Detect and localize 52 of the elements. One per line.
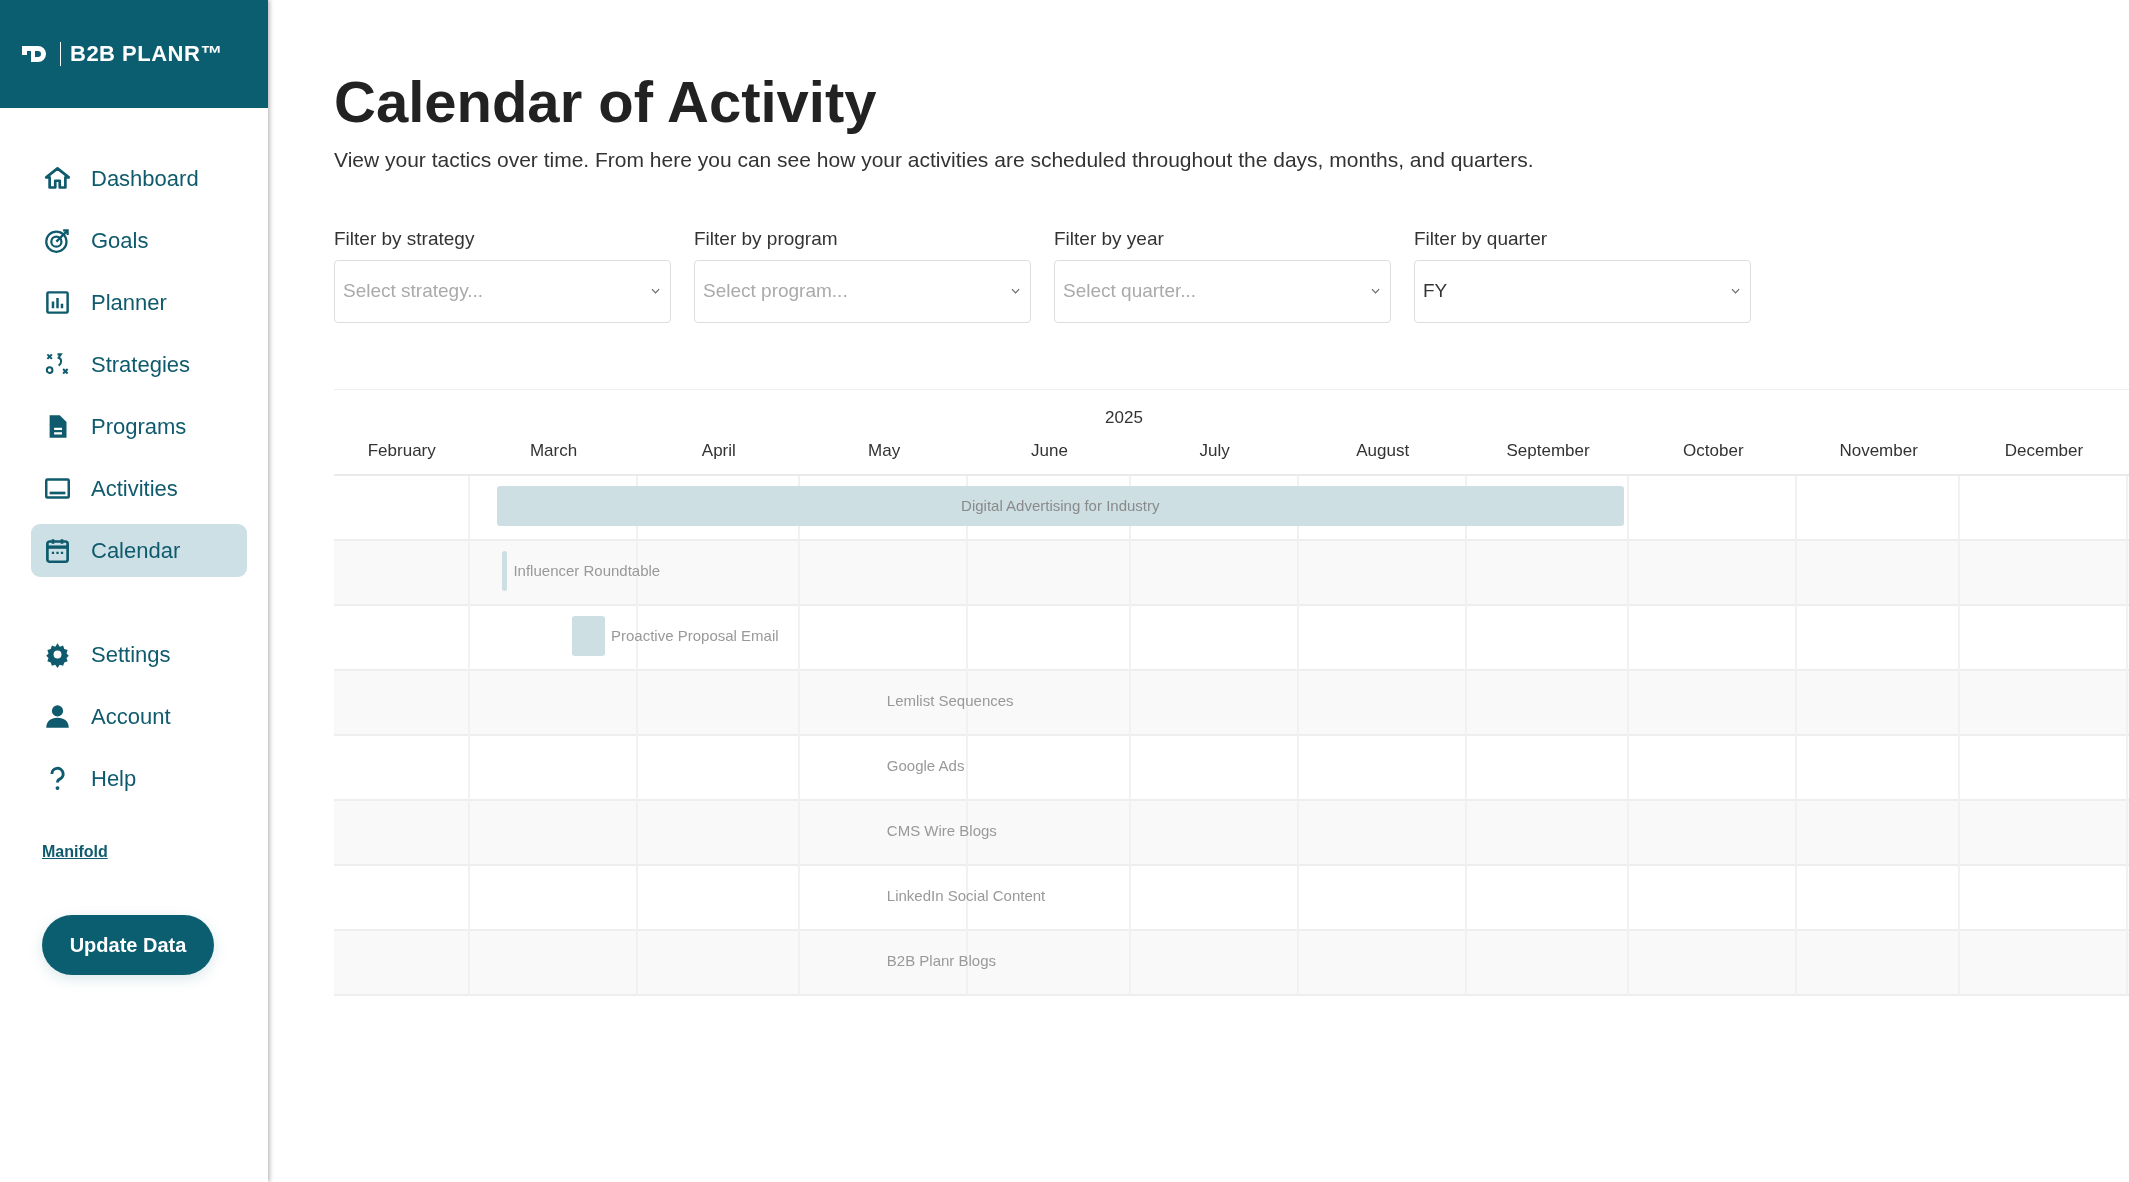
month-label: December — [2004, 440, 2084, 461]
activity-label: Lemlist Sequences — [886, 691, 1014, 709]
sidebar-item[interactable]: Account — [31, 690, 247, 743]
month-label: November — [1839, 440, 1918, 461]
month-label: April — [701, 440, 736, 461]
filter-label: Filter by strategy — [334, 227, 476, 250]
target-icon — [44, 227, 71, 254]
brand-name: B2B PLANR™ — [70, 41, 223, 67]
activity-bar[interactable] — [572, 615, 605, 656]
chevron-down-icon — [651, 288, 660, 295]
activity-bar[interactable] — [502, 550, 508, 591]
sidebar-item[interactable]: Activities — [31, 462, 247, 515]
filter-label: Filter by quarter — [1414, 227, 1549, 250]
activity-label: Influencer Roundtable — [513, 561, 661, 579]
sidebar-item[interactable]: Help — [31, 752, 247, 805]
month-label: February — [367, 440, 436, 461]
activity-label: Google Ads — [886, 756, 965, 774]
sidebar-item[interactable]: Programs — [31, 400, 247, 453]
month-label: October — [1683, 440, 1744, 461]
sidebar-item[interactable]: Dashboard — [31, 152, 247, 205]
filter-label: Filter by year — [1054, 227, 1165, 250]
month-label: May — [868, 440, 901, 461]
manifold-link[interactable]: Manifold — [42, 843, 108, 861]
sidebar-item[interactable]: Calendar — [31, 524, 247, 577]
chevron-down-icon — [1011, 288, 1020, 295]
month-label: July — [1199, 440, 1230, 461]
calendar-icon — [44, 537, 71, 564]
activity-label: Proactive Proposal Email — [611, 626, 779, 644]
sidebar-item[interactable]: Goals — [31, 214, 247, 267]
chevron-down-icon — [1371, 288, 1380, 295]
activity-label: LinkedIn Social Content — [886, 886, 1046, 904]
sidebar-item[interactable]: Planner — [31, 276, 247, 329]
page-title: Calendar of Activity — [334, 70, 878, 134]
filter-dropdown[interactable]: FY — [1414, 259, 1751, 323]
sidebar-item[interactable]: Settings — [31, 628, 247, 681]
month-label: March — [529, 440, 578, 461]
month-label: September — [1506, 440, 1590, 461]
bar-chart-icon — [44, 289, 71, 316]
settings-icon — [44, 641, 71, 668]
chevron-down-icon — [1731, 288, 1740, 295]
update-data-button[interactable]: Update Data — [42, 915, 214, 975]
page-description: View your tactics over time. From here you can see how your activities are scheduled throughout the days, months, and quarters. — [334, 147, 1535, 172]
month-label: June — [1031, 440, 1068, 461]
month-label: August — [1356, 440, 1410, 461]
activity-label: CMS Wire Blogs — [886, 821, 997, 839]
person-icon — [44, 703, 71, 730]
year-label: 2025 — [1104, 406, 1144, 428]
activity-label: B2B Planr Blogs — [886, 951, 997, 969]
monitor-icon — [44, 475, 71, 502]
home-icon — [44, 165, 71, 192]
sidebar-item[interactable]: Strategies — [31, 338, 247, 391]
filter-label: Filter by program — [694, 227, 839, 250]
